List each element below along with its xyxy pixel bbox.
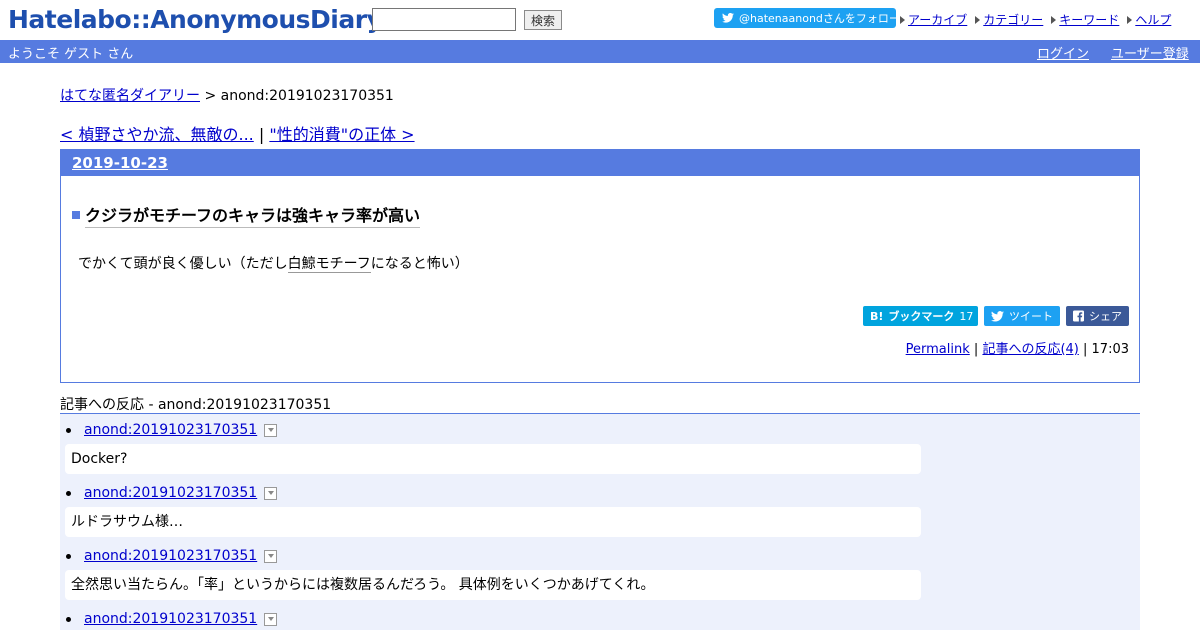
footer-separator: | [973,342,979,357]
prev-entry-link[interactable]: < 楨野さやか流、無敵の... [60,125,254,144]
menu-toggle-icon[interactable] [264,486,278,500]
nav-arrow-icon [1051,15,1057,24]
signup-link[interactable]: ユーザー登録 [1111,43,1189,62]
nav-help-label: ヘルプ [1135,13,1172,27]
nav-archive[interactable]: アーカイブ [900,11,967,28]
entry-title: クジラがモチーフのキャラは強キャラ率が高い [72,202,421,228]
entry-time: 17:03 [1091,342,1129,357]
entry-body-text: でかくて頭が良く優しい（ただし [78,256,288,272]
welcome-text: ようこそ ゲスト さん [8,47,134,62]
hatena-bookmark-button[interactable]: B! ブックマーク 17 [863,306,978,326]
reactions-title: 記事への反応 - anond:20191023170351 [60,397,332,413]
entry-date-link[interactable]: 2019-10-23 [72,154,168,172]
bullet-icon [66,553,71,559]
bookmark-count: 17 [959,309,974,323]
search-button[interactable]: 検索 [524,10,562,30]
reactions-link[interactable]: 記事への反応(4) [982,342,1078,357]
reactions-list: anond:20191023170351 Docker? anond:20191… [60,413,1140,630]
facebook-icon [1073,310,1084,322]
top-nav: アーカイブ カテゴリー キーワード ヘルプ [900,11,1171,28]
share-label: シェア [1089,310,1122,323]
breadcrumb-home-link[interactable]: はてな匿名ダイアリー [60,88,200,104]
tweet-label: ツイート [1009,310,1053,323]
nav-arrow-icon [1127,15,1133,24]
nav-help[interactable]: ヘルプ [1127,11,1171,28]
reaction-link[interactable]: anond:20191023170351 [84,611,257,627]
entry-body: でかくて頭が良く優しい（ただし白鯨モチーフになると怖い） [78,253,469,273]
facebook-share-button[interactable]: シェア [1066,306,1129,326]
keyword-link[interactable]: 白鯨モチーフ [287,256,371,273]
entry-date-bar: 2019-10-23 [61,150,1139,176]
reaction-body: ルドラサウム様… [65,507,921,537]
breadcrumb-separator: > [204,88,217,104]
twitter-bird-icon [722,13,734,23]
reaction-head: anond:20191023170351 [66,485,278,501]
entry-title-text: クジラがモチーフのキャラは強キャラ率が高い [85,202,421,228]
twitter-follow-button[interactable]: @hatenaanondさんをフォロー [714,8,900,28]
nav-keyword[interactable]: キーワード [1051,11,1119,28]
reaction-head: anond:20191023170351 [66,422,278,438]
site-header: Hatelabo::AnonymousDiary 検索 @hatenaanond… [0,0,1200,40]
reaction-head: anond:20191023170351 [66,611,278,627]
title-bullet-icon[interactable] [72,211,80,219]
bullet-icon [66,490,71,496]
entry-body-text-end: になると怖い） [370,256,469,272]
footer-separator: | [1083,342,1088,357]
entry-footer: Permalink | 記事への反応(4) | 17:03 [906,338,1129,357]
nav-arrow-icon [900,15,905,24]
nav-category[interactable]: カテゴリー [975,11,1043,28]
permalink[interactable]: Permalink [906,342,970,357]
bookmark-label: ブックマーク [888,310,955,323]
share-buttons: B! ブックマーク 17 ツイート シェア [863,306,1129,326]
login-link[interactable]: ログイン [1037,43,1089,62]
reaction-body: 全然思い当たらん。「率」というからには複数居るんだろう。 具体例をいくつかあげて… [65,570,921,600]
reaction-link[interactable]: anond:20191023170351 [84,548,257,564]
menu-toggle-icon[interactable] [264,549,278,563]
nav-category-label: カテゴリー [983,13,1044,27]
search-input[interactable] [372,8,516,31]
welcome-bar: ようこそ ゲスト さん ログイン ユーザー登録 [0,40,1200,63]
twitter-bird-icon [991,310,1004,322]
entry-box: 2019-10-23 クジラがモチーフのキャラは強キャラ率が高い でかくて頭が良… [60,149,1140,383]
bullet-icon [66,616,71,622]
follow-label: @hatenaanondさんをフォロー [739,12,900,25]
reaction-link[interactable]: anond:20191023170351 [84,485,257,501]
menu-toggle-icon[interactable] [264,423,278,437]
bullet-icon [66,427,71,433]
nav-keyword-label: キーワード [1059,13,1120,27]
reaction-body: Docker? [65,444,921,474]
hatena-bookmark-icon: B! [870,309,884,323]
reaction-link[interactable]: anond:20191023170351 [84,422,257,438]
site-logo[interactable]: Hatelabo::AnonymousDiary [8,5,383,34]
breadcrumb: はてな匿名ダイアリー > anond:20191023170351 [60,85,394,105]
entry-pager: < 楨野さやか流、無敵の... | "性的消費"の正体 > [60,121,415,145]
nav-archive-label: アーカイブ [908,13,968,27]
breadcrumb-current: anond:20191023170351 [220,88,394,104]
nav-arrow-icon [975,15,981,24]
pager-separator: | [258,125,265,144]
next-entry-link[interactable]: "性的消費"の正体 > [269,125,414,144]
reaction-head: anond:20191023170351 [66,548,278,564]
menu-toggle-icon[interactable] [264,612,278,626]
tweet-button[interactable]: ツイート [984,306,1060,326]
